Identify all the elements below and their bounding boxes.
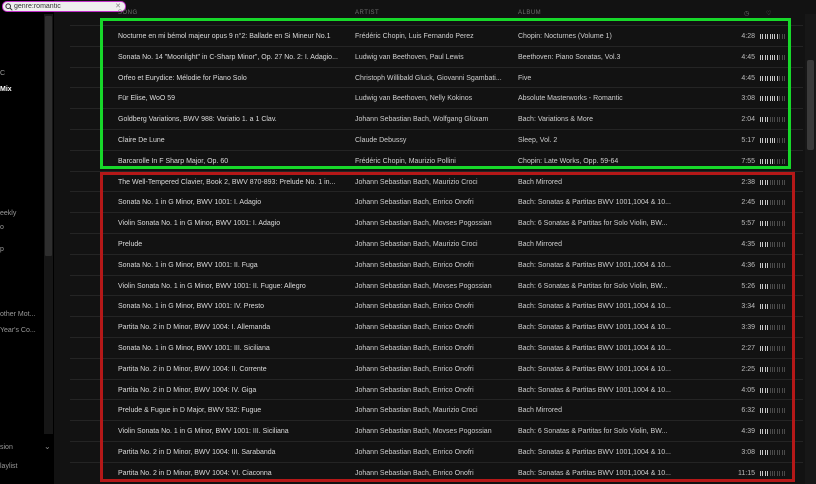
sidebar-item[interactable]: o <box>0 224 4 231</box>
popularity-icon[interactable]: ♡ <box>766 10 772 17</box>
sidebar: C Mix eekly o p other Mot... Year's Co..… <box>0 0 54 484</box>
sidebar-item[interactable]: Year's Co... <box>0 327 36 334</box>
clock-icon[interactable]: ◷ <box>744 10 750 17</box>
search-icon <box>5 3 13 11</box>
column-header-album[interactable]: ALBUM <box>518 10 541 16</box>
search-input[interactable] <box>14 2 114 10</box>
sidebar-item-active[interactable]: Mix <box>0 86 12 93</box>
sidebar-item[interactable]: laylist <box>0 463 18 470</box>
sidebar-item[interactable]: eekly <box>0 210 16 217</box>
main-scroll-thumb[interactable] <box>807 60 814 150</box>
sidebar-scroll-thumb[interactable] <box>45 16 52 256</box>
sidebar-item[interactable]: p <box>0 246 4 253</box>
chevron-down-icon[interactable]: ⌄ <box>44 442 51 451</box>
sidebar-item[interactable]: sion <box>0 444 13 451</box>
highlight-box-red <box>100 172 795 482</box>
highlight-box-green <box>100 18 791 169</box>
sidebar-item[interactable]: C <box>0 70 5 77</box>
sidebar-item[interactable]: other Mot... <box>0 311 35 318</box>
column-header-artist[interactable]: ARTIST <box>355 10 379 16</box>
column-header-song[interactable]: SONG <box>118 10 138 16</box>
